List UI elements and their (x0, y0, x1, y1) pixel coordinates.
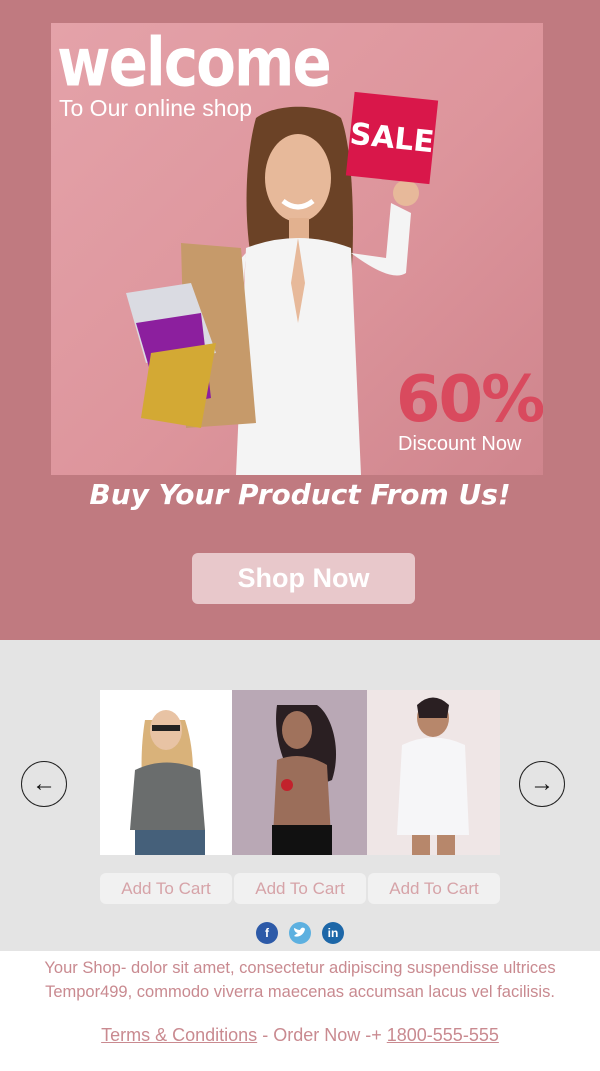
footer-links: Terms & Conditions - Order Now -+ 1800-5… (0, 1025, 600, 1046)
arrow-right-icon: → (530, 770, 554, 797)
footer-line: Tempor499, commodo viverra maecenas accu… (45, 983, 555, 1001)
facebook-icon[interactable]: f (256, 922, 278, 944)
terms-link[interactable]: Terms & Conditions (101, 1025, 257, 1045)
carousel-next-button[interactable]: → (519, 761, 565, 807)
product-image[interactable] (100, 690, 232, 855)
hero-banner: SALE welcome To Our online shop 60% Disc… (51, 23, 543, 475)
discount-label: Discount Now (398, 433, 522, 455)
order-text: - Order Now -+ (262, 1025, 382, 1045)
product-image[interactable] (367, 690, 500, 855)
carousel-prev-button[interactable]: ← (21, 761, 67, 807)
linkedin-icon[interactable]: in (322, 922, 344, 944)
shop-now-button[interactable]: Shop Now (192, 553, 415, 604)
hero-section: SALE welcome To Our online shop 60% Disc… (0, 0, 600, 640)
hero-tagline: Buy Your Product From Us! (89, 478, 511, 511)
arrow-left-icon: ← (32, 770, 56, 797)
sale-sign: SALE (345, 91, 439, 185)
twitter-icon[interactable] (289, 922, 311, 944)
footer-description: Your Shop- dolor sit amet, consectetur a… (0, 956, 600, 1004)
add-to-cart-button[interactable]: Add To Cart (100, 873, 232, 904)
product-image[interactable] (232, 690, 367, 855)
add-to-cart-button[interactable]: Add To Cart (368, 873, 500, 904)
welcome-title: welcome (57, 23, 332, 102)
discount-percent: 60% (396, 363, 543, 437)
welcome-subtitle: To Our online shop (59, 95, 253, 121)
add-to-cart-button[interactable]: Add To Cart (234, 873, 366, 904)
phone-link[interactable]: 1800-555-555 (387, 1025, 499, 1045)
products-section: ← → Add To Cart Add To Cart Add To Cart … (0, 640, 600, 951)
footer-line: Your Shop- dolor sit amet, consectetur a… (44, 959, 556, 977)
